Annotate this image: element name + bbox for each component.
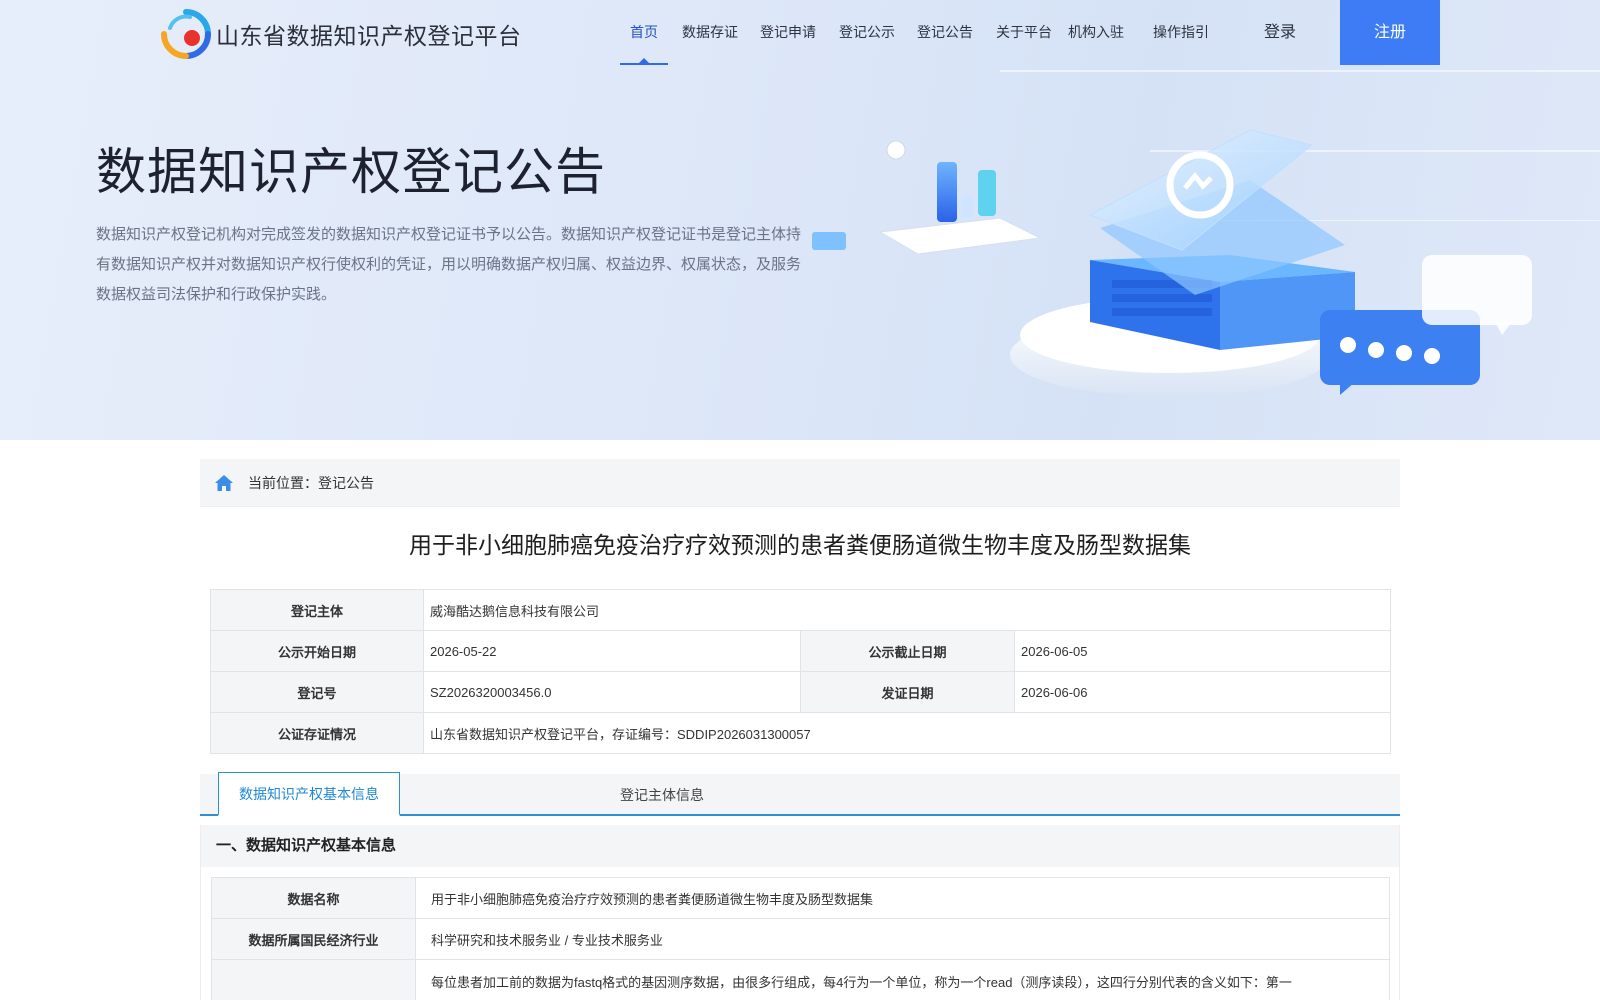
document-title: 用于非小细胞肺癌免疫治疗疗效预测的患者粪便肠道微生物丰度及肠型数据集 (409, 532, 1191, 558)
breadcrumb-text: 当前位置：登记公告 (248, 474, 374, 491)
data-name-label: 数据名称 (211, 877, 416, 919)
hero-banner: 山东省数据知识产权登记平台 首页 数据存证 登记申请 登记公示 登记公告 关于平… (0, 0, 1600, 440)
site-logo[interactable]: 山东省数据知识产权登记平台 (160, 8, 522, 60)
hero-title: 数据知识产权登记公告 (96, 144, 606, 200)
hero-description: 数据知识产权登记机构对完成签发的数据知识产权登记证书予以公告。数据知识产权登记证… (96, 226, 802, 303)
table-row: 登记号 SZ2026320003456.0 发证日期 2026-06-06 (210, 671, 1391, 713)
end-date-label: 公示截止日期 (800, 630, 1015, 672)
notary-label: 公证存证情况 (210, 712, 424, 754)
nav-home[interactable]: 首页 (620, 0, 668, 65)
tab-basic-info[interactable]: 数据知识产权基本信息 (218, 772, 400, 816)
industry-label: 数据所属国民经济行业 (211, 918, 416, 960)
notary-value: 山东省数据知识产权登记平台，存证编号：SDDIP2026031300057 (423, 712, 1391, 754)
tab-subject-info[interactable]: 登记主体信息 (600, 774, 724, 816)
nav-announcement[interactable]: 登记公告 (917, 0, 973, 65)
logo-icon (160, 8, 212, 60)
description-label (211, 959, 416, 1000)
register-button[interactable]: 注册 (1340, 0, 1440, 65)
data-name-value: 用于非小细胞肺癌免疫治疗疗效预测的患者粪便肠道微生物丰度及肠型数据集 (415, 877, 1390, 919)
nav-about[interactable]: 关于平台 (996, 0, 1052, 65)
start-date-value: 2026-05-22 (423, 630, 801, 672)
summary-table: 登记主体 威海酷达鹅信息科技有限公司 公示开始日期 2026-05-22 公示截… (210, 589, 1391, 754)
issue-date-label: 发证日期 (800, 671, 1015, 713)
nav-guide[interactable]: 操作指引 (1153, 0, 1209, 65)
table-row: 数据所属国民经济行业 科学研究和技术服务业 / 专业技术服务业 (211, 918, 1390, 960)
login-link[interactable]: 登录 (1264, 0, 1296, 65)
nav-publicity[interactable]: 登记公示 (839, 0, 895, 65)
decor-line (1000, 70, 1600, 72)
table-row: 公示开始日期 2026-05-22 公示截止日期 2026-06-05 (210, 630, 1391, 672)
breadcrumb: 当前位置：登记公告 (200, 459, 1400, 507)
basic-info-section: 一、数据知识产权基本信息 数据名称 用于非小细胞肺癌免疫治疗疗效预测的患者粪便肠… (200, 825, 1400, 1000)
table-row: 每位患者加工前的数据为fastq格式的基因测序数据，由很多行组成，每4行为一个单… (211, 959, 1390, 1000)
detail-table: 数据名称 用于非小细胞肺癌免疫治疗疗效预测的患者粪便肠道微生物丰度及肠型数据集 … (211, 877, 1390, 1000)
end-date-value: 2026-06-05 (1014, 630, 1391, 672)
registration-number-value: SZ2026320003456.0 (423, 671, 801, 713)
home-icon[interactable] (214, 474, 234, 492)
subject-label: 登记主体 (210, 589, 424, 631)
table-row: 公证存证情况 山东省数据知识产权登记平台，存证编号：SDDIP202603130… (210, 712, 1391, 754)
tab-bar: 数据知识产权基本信息 登记主体信息 (200, 772, 1400, 816)
table-row: 登记主体 威海酷达鹅信息科技有限公司 (210, 589, 1391, 631)
description-value: 每位患者加工前的数据为fastq格式的基因测序数据，由很多行组成，每4行为一个单… (415, 959, 1390, 1000)
nav-apply[interactable]: 登记申请 (760, 0, 816, 65)
section-heading: 一、数据知识产权基本信息 (201, 825, 1399, 867)
nav-institutions[interactable]: 机构入驻 (1068, 0, 1124, 65)
nav-data-deposit[interactable]: 数据存证 (682, 0, 738, 65)
start-date-label: 公示开始日期 (210, 630, 424, 672)
table-row: 数据名称 用于非小细胞肺癌免疫治疗疗效预测的患者粪便肠道微生物丰度及肠型数据集 (211, 877, 1390, 919)
industry-value: 科学研究和技术服务业 / 专业技术服务业 (415, 918, 1390, 960)
site-title: 山东省数据知识产权登记平台 (216, 23, 522, 49)
subject-value: 威海酷达鹅信息科技有限公司 (423, 589, 1391, 631)
registration-number-label: 登记号 (210, 671, 424, 713)
issue-date-value: 2026-06-06 (1014, 671, 1391, 713)
hero-illustration (800, 110, 1600, 440)
